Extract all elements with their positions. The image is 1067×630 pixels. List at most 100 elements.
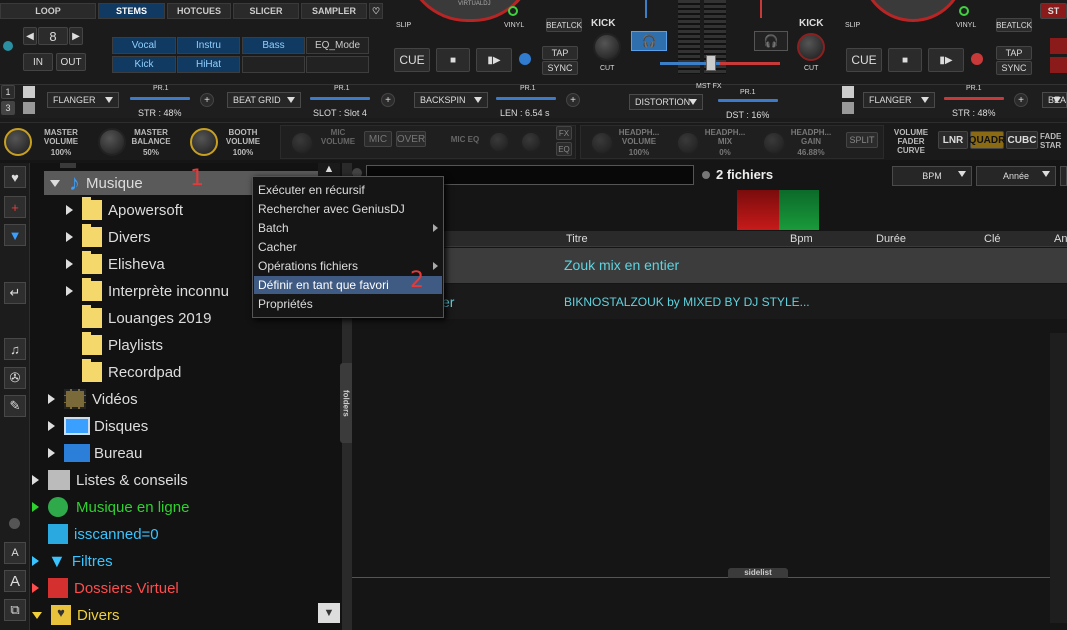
expand-arrow-icon[interactable]: [32, 502, 39, 512]
beatlock-button-right[interactable]: BEATLCK: [996, 18, 1032, 32]
sync-button[interactable]: SYNC: [542, 61, 578, 75]
loop-out-button[interactable]: OUT: [56, 53, 86, 71]
sort-extra-select[interactable]: [1060, 166, 1067, 186]
tree-item-musique[interactable]: ♪ Musique: [50, 170, 143, 195]
master-volume-knob[interactable]: [4, 128, 32, 156]
menu-item-batch[interactable]: Batch: [254, 219, 442, 237]
kick-knob-left[interactable]: [593, 33, 621, 61]
play-pause-button[interactable]: ▮▶: [476, 48, 512, 72]
mic-volume-knob[interactable]: [290, 131, 314, 155]
fx-settings-icon[interactable]: [23, 102, 35, 114]
add-favorite-icon[interactable]: ♥: [4, 166, 26, 188]
tab-stems[interactable]: STEMS: [98, 3, 165, 19]
back-icon[interactable]: ↵: [4, 282, 26, 304]
vinyl-led-right[interactable]: [959, 6, 969, 16]
side-scrollbar[interactable]: [1050, 333, 1067, 623]
jog-wheel-right[interactable]: [861, 0, 965, 22]
fx3-select[interactable]: BACKSPIN: [414, 92, 488, 108]
mic-eq-button[interactable]: EQ: [556, 142, 572, 156]
tree-item-louanges[interactable]: Louanges 2019: [82, 305, 211, 329]
headphone-cue-left-icon[interactable]: 🎧: [631, 31, 667, 51]
col-cle[interactable]: Clé: [984, 233, 1001, 245]
fx-settings-right-icon[interactable]: [842, 102, 854, 114]
split-button[interactable]: SPLIT: [846, 132, 878, 148]
hp-mix-knob[interactable]: [676, 131, 700, 155]
fx3-add-button[interactable]: +: [566, 93, 580, 107]
expand-arrow-icon[interactable]: [48, 448, 55, 458]
vinyl-led[interactable]: [508, 6, 518, 16]
fx1-select[interactable]: FLANGER: [47, 92, 119, 108]
pad-right-1[interactable]: [1050, 38, 1067, 54]
expand-arrow-icon[interactable]: [66, 232, 73, 242]
tree-item-videos[interactable]: Vidéos: [48, 388, 138, 410]
menu-item-geniusdj[interactable]: Rechercher avec GeniusDJ: [254, 200, 442, 218]
cue-button[interactable]: CUE: [394, 48, 430, 72]
collapse-arrow-icon[interactable]: [32, 611, 42, 619]
cue-button-right[interactable]: CUE: [846, 48, 882, 72]
fx5-slider[interactable]: [944, 97, 1004, 100]
loop-prev-button[interactable]: ◀: [23, 27, 37, 45]
col-duree[interactable]: Durée: [876, 233, 906, 245]
fx1-add-button[interactable]: +: [200, 93, 214, 107]
fx2-slider[interactable]: [310, 97, 370, 100]
tab-hotcues[interactable]: HOTCUES: [167, 3, 231, 19]
tree-item-recordpad[interactable]: Recordpad: [82, 359, 181, 383]
fx-edit-right-icon[interactable]: [842, 86, 854, 98]
stem-instru[interactable]: Instru: [177, 37, 240, 54]
tree-item-playlists[interactable]: Playlists: [82, 332, 163, 356]
fx-edit-icon[interactable]: [23, 86, 35, 98]
tree-item-interprete[interactable]: Interprète inconnu: [66, 278, 229, 302]
loop-in-button[interactable]: IN: [23, 53, 53, 71]
stem-empty-2[interactable]: [306, 56, 369, 73]
expand-arrow-icon[interactable]: [48, 394, 55, 404]
tree-item-dossiers-virtuel[interactable]: Dossiers Virtuel: [32, 577, 179, 599]
fx5-select[interactable]: FLANGER: [863, 92, 935, 108]
mic-button[interactable]: MIC: [364, 131, 392, 147]
fx4-slider[interactable]: [718, 99, 778, 102]
tab-sampler[interactable]: SAMPLER: [301, 3, 367, 19]
play-pause-button-right[interactable]: ▮▶: [928, 48, 964, 72]
mic-eq-knob-1[interactable]: [488, 131, 510, 153]
stop-button[interactable]: ■: [436, 48, 470, 72]
beatlock-button[interactable]: BEATLCK: [546, 18, 582, 32]
menu-item-proprietes[interactable]: Propriétés: [254, 295, 442, 313]
sync-button-right[interactable]: SYNC: [996, 61, 1032, 75]
stem-hihat[interactable]: HiHat: [177, 56, 240, 73]
video-reel-icon[interactable]: ✇: [4, 367, 26, 389]
tree-item-disques[interactable]: Disques: [48, 415, 148, 437]
hp-gain-knob[interactable]: [762, 131, 786, 155]
music-note-icon[interactable]: ♫: [4, 338, 26, 360]
scroll-down-button[interactable]: ▼: [318, 603, 340, 623]
expand-arrow-icon[interactable]: [66, 286, 73, 296]
col-annee[interactable]: An: [1054, 233, 1067, 245]
fx5-add-button[interactable]: +: [1014, 93, 1028, 107]
stems-button-right[interactable]: ST: [1040, 3, 1067, 19]
tab-loop[interactable]: LOOP: [0, 3, 96, 19]
add-virtual-folder-icon[interactable]: +: [4, 196, 26, 218]
microphone-icon[interactable]: ✎: [4, 395, 26, 417]
tap-button-right[interactable]: TAP: [996, 46, 1032, 60]
window-toggle-icon[interactable]: ⧉: [4, 599, 26, 621]
tree-item-isscanned[interactable]: isscanned=0: [48, 523, 159, 545]
collapse-arrow-icon[interactable]: [50, 179, 60, 187]
font-small-icon[interactable]: A: [4, 542, 26, 564]
menu-item-cacher[interactable]: Cacher: [254, 238, 442, 256]
table-row[interactable]: Zouk mix en entier: [352, 248, 1067, 283]
curve-cubc-button[interactable]: CUBC: [1006, 131, 1038, 149]
tap-button[interactable]: TAP: [542, 46, 578, 60]
stem-vocal[interactable]: Vocal: [112, 37, 176, 54]
tree-item-listes[interactable]: Listes & conseils: [32, 469, 188, 491]
pad-right-2[interactable]: [1050, 57, 1067, 73]
stem-kick[interactable]: Kick: [112, 56, 176, 73]
expand-arrow-icon[interactable]: [48, 421, 55, 431]
tree-item-musique-en-ligne[interactable]: Musique en ligne: [32, 496, 189, 518]
tree-item-divers[interactable]: Divers: [66, 224, 151, 248]
master-balance-knob[interactable]: [98, 128, 126, 156]
expand-arrow-icon[interactable]: [32, 583, 39, 593]
heart-icon[interactable]: ♡: [369, 3, 383, 19]
expand-arrow-icon[interactable]: [66, 205, 73, 215]
pitch-left[interactable]: [645, 0, 663, 18]
stop-button-right[interactable]: ■: [888, 48, 922, 72]
hp-volume-knob[interactable]: [590, 131, 614, 155]
sidelist-tab[interactable]: sidelist: [728, 568, 788, 578]
